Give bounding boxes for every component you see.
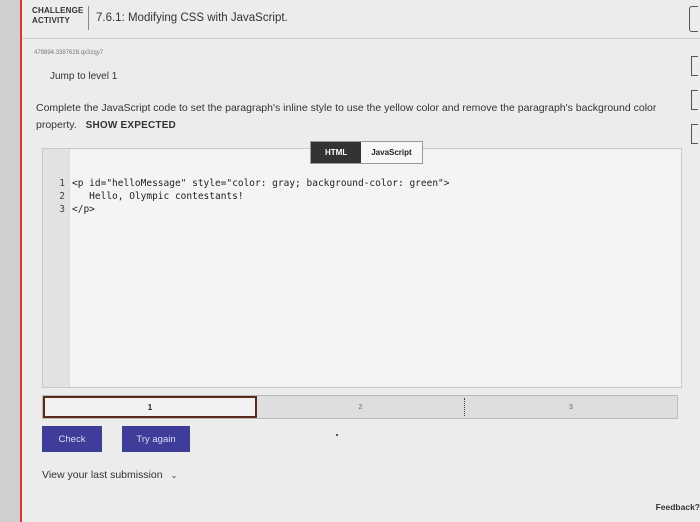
code-line[interactable]: </p> bbox=[72, 203, 95, 216]
code-editor[interactable]: 1 2 3 <p id="helloMessage" style="color:… bbox=[42, 148, 682, 388]
feedback-link[interactable]: Feedback? bbox=[656, 502, 700, 512]
activity-id: 479894.3387628.qx3zqy7 bbox=[34, 50, 104, 56]
check-button[interactable]: Check bbox=[42, 426, 102, 452]
language-tabs: HTML JavaScript bbox=[310, 141, 423, 164]
code-area[interactable]: <p id="helloMessage" style="color: gray;… bbox=[69, 149, 681, 387]
level-2-segment[interactable]: 2 bbox=[257, 396, 464, 418]
challenge-page: CHALLENGE ACTIVITY 7.6.1: Modifying CSS … bbox=[22, 0, 700, 522]
badge-line-2: ACTIVITY bbox=[32, 16, 71, 25]
instructions: Complete the JavaScript code to set the … bbox=[36, 100, 676, 134]
line-number: 3 bbox=[59, 204, 65, 215]
activity-title: 7.6.1: Modifying CSS with JavaScript. bbox=[96, 12, 288, 24]
show-expected-link[interactable]: SHOW EXPECTED bbox=[86, 120, 176, 131]
line-number: 2 bbox=[59, 191, 65, 202]
try-again-button[interactable]: Try again bbox=[122, 426, 190, 452]
level-marker-icon bbox=[691, 56, 698, 76]
level-marker-icon bbox=[691, 90, 698, 110]
level-3-segment[interactable]: 3 bbox=[465, 396, 677, 418]
chevron-down-icon: ⌄ bbox=[170, 471, 178, 480]
tab-html[interactable]: HTML bbox=[311, 142, 362, 163]
level-progress: 1 2 3 bbox=[42, 395, 678, 419]
header: CHALLENGE ACTIVITY 7.6.1: Modifying CSS … bbox=[22, 0, 700, 39]
code-line[interactable]: Hello, Olympic contestants! bbox=[72, 190, 243, 203]
challenge-badge: CHALLENGE ACTIVITY bbox=[32, 6, 84, 26]
level-1-segment[interactable]: 1 bbox=[43, 396, 257, 418]
toggle-panel-icon[interactable] bbox=[689, 6, 698, 32]
header-divider bbox=[88, 6, 89, 30]
line-gutter: 1 2 3 bbox=[43, 149, 70, 387]
badge-line-1: CHALLENGE bbox=[32, 6, 84, 15]
code-line[interactable]: <p id="helloMessage" style="color: gray;… bbox=[72, 177, 450, 190]
tab-javascript[interactable]: JavaScript bbox=[361, 142, 421, 163]
view-last-submission-label: View your last submission bbox=[42, 469, 163, 481]
dot-mark bbox=[336, 434, 338, 436]
view-last-submission[interactable]: View your last submission ⌄ bbox=[42, 469, 177, 481]
line-number: 1 bbox=[59, 178, 65, 189]
jump-to-level-link[interactable]: Jump to level 1 bbox=[50, 71, 117, 82]
level-marker-icon bbox=[691, 124, 698, 144]
